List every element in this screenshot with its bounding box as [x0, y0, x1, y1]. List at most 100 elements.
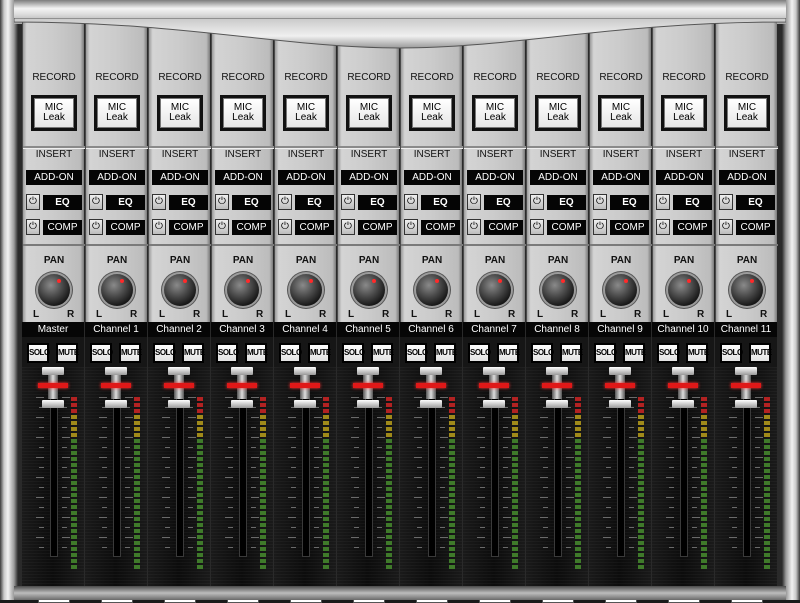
mute-button[interactable]: MUTE: [308, 343, 331, 363]
fader-handle[interactable]: [731, 367, 761, 409]
eq-button[interactable]: EQ: [43, 195, 82, 210]
eq-power-icon[interactable]: ⏻: [593, 194, 607, 210]
eq-power-icon[interactable]: ⏻: [152, 194, 166, 210]
pan-knob[interactable]: [542, 274, 574, 306]
comp-button[interactable]: COMP: [43, 220, 82, 235]
mute-button[interactable]: MUTE: [623, 343, 646, 363]
eq-button[interactable]: EQ: [169, 195, 208, 210]
comp-button[interactable]: COMP: [295, 220, 334, 235]
fader-handle[interactable]: [416, 367, 446, 409]
eq-power-icon[interactable]: ⏻: [467, 194, 481, 210]
fader-track[interactable]: [554, 389, 562, 557]
fader-track[interactable]: [428, 389, 436, 557]
add-on-slot[interactable]: ADD-ON: [89, 170, 145, 185]
solo-button[interactable]: SOLO: [405, 343, 428, 363]
fader-track[interactable]: [239, 389, 247, 557]
comp-power-icon[interactable]: ⏻: [530, 219, 544, 235]
comp-power-icon[interactable]: ⏻: [593, 219, 607, 235]
eq-power-icon[interactable]: ⏻: [278, 194, 292, 210]
mute-button[interactable]: MUTE: [371, 343, 394, 363]
fader-track[interactable]: [491, 389, 499, 557]
mute-button[interactable]: MUTE: [497, 343, 520, 363]
add-on-slot[interactable]: ADD-ON: [656, 170, 712, 185]
solo-button[interactable]: SOLO: [27, 343, 50, 363]
pan-knob[interactable]: [290, 274, 322, 306]
eq-button[interactable]: EQ: [547, 195, 586, 210]
fader-track[interactable]: [50, 389, 58, 557]
solo-button[interactable]: SOLO: [90, 343, 113, 363]
eq-power-icon[interactable]: ⏻: [404, 194, 418, 210]
comp-power-icon[interactable]: ⏻: [152, 219, 166, 235]
fader-handle[interactable]: [605, 367, 635, 409]
mic-leak-button[interactable]: MIC Leak: [472, 95, 518, 131]
fader-handle[interactable]: [668, 367, 698, 409]
fader-handle[interactable]: [164, 367, 194, 409]
comp-power-icon[interactable]: ⏻: [341, 219, 355, 235]
eq-button[interactable]: EQ: [421, 195, 460, 210]
comp-power-icon[interactable]: ⏻: [215, 219, 229, 235]
comp-power-icon[interactable]: ⏻: [278, 219, 292, 235]
fader-track[interactable]: [680, 389, 688, 557]
mic-leak-button[interactable]: MIC Leak: [346, 95, 392, 131]
comp-button[interactable]: COMP: [358, 220, 397, 235]
mic-leak-button[interactable]: MIC Leak: [598, 95, 644, 131]
fader-handle[interactable]: [479, 367, 509, 409]
pan-knob[interactable]: [38, 274, 70, 306]
comp-button[interactable]: COMP: [484, 220, 523, 235]
mic-leak-button[interactable]: MIC Leak: [661, 95, 707, 131]
add-on-slot[interactable]: ADD-ON: [719, 170, 775, 185]
eq-power-icon[interactable]: ⏻: [530, 194, 544, 210]
fader-track[interactable]: [113, 389, 121, 557]
eq-power-icon[interactable]: ⏻: [89, 194, 103, 210]
eq-button[interactable]: EQ: [232, 195, 271, 210]
eq-power-icon[interactable]: ⏻: [719, 194, 733, 210]
mute-button[interactable]: MUTE: [119, 343, 142, 363]
pan-knob[interactable]: [101, 274, 133, 306]
add-on-slot[interactable]: ADD-ON: [341, 170, 397, 185]
solo-button[interactable]: SOLO: [279, 343, 302, 363]
mic-leak-button[interactable]: MIC Leak: [157, 95, 203, 131]
fader-track[interactable]: [743, 389, 751, 557]
mute-button[interactable]: MUTE: [560, 343, 583, 363]
add-on-slot[interactable]: ADD-ON: [467, 170, 523, 185]
pan-knob[interactable]: [731, 274, 763, 306]
solo-button[interactable]: SOLO: [531, 343, 554, 363]
add-on-slot[interactable]: ADD-ON: [215, 170, 271, 185]
pan-knob[interactable]: [227, 274, 259, 306]
fader-handle[interactable]: [227, 367, 257, 409]
fader-handle[interactable]: [542, 367, 572, 409]
mic-leak-button[interactable]: MIC Leak: [409, 95, 455, 131]
fader-handle[interactable]: [290, 367, 320, 409]
mute-button[interactable]: MUTE: [56, 343, 79, 363]
mute-button[interactable]: MUTE: [245, 343, 268, 363]
solo-button[interactable]: SOLO: [657, 343, 680, 363]
eq-power-icon[interactable]: ⏻: [215, 194, 229, 210]
mic-leak-button[interactable]: MIC Leak: [31, 95, 77, 131]
mute-button[interactable]: MUTE: [182, 343, 205, 363]
comp-button[interactable]: COMP: [169, 220, 208, 235]
add-on-slot[interactable]: ADD-ON: [530, 170, 586, 185]
eq-button[interactable]: EQ: [106, 195, 145, 210]
solo-button[interactable]: SOLO: [594, 343, 617, 363]
fader-track[interactable]: [176, 389, 184, 557]
fader-handle[interactable]: [353, 367, 383, 409]
fader-track[interactable]: [302, 389, 310, 557]
mute-button[interactable]: MUTE: [434, 343, 457, 363]
pan-knob[interactable]: [164, 274, 196, 306]
comp-power-icon[interactable]: ⏻: [26, 219, 40, 235]
pan-knob[interactable]: [479, 274, 511, 306]
add-on-slot[interactable]: ADD-ON: [152, 170, 208, 185]
fader-handle[interactable]: [101, 367, 131, 409]
comp-power-icon[interactable]: ⏻: [404, 219, 418, 235]
comp-button[interactable]: COMP: [547, 220, 586, 235]
solo-button[interactable]: SOLO: [216, 343, 239, 363]
mute-button[interactable]: MUTE: [749, 343, 772, 363]
comp-button[interactable]: COMP: [736, 220, 775, 235]
comp-button[interactable]: COMP: [610, 220, 649, 235]
eq-button[interactable]: EQ: [484, 195, 523, 210]
comp-power-icon[interactable]: ⏻: [656, 219, 670, 235]
eq-button[interactable]: EQ: [358, 195, 397, 210]
mute-button[interactable]: MUTE: [686, 343, 709, 363]
comp-button[interactable]: COMP: [232, 220, 271, 235]
solo-button[interactable]: SOLO: [720, 343, 743, 363]
